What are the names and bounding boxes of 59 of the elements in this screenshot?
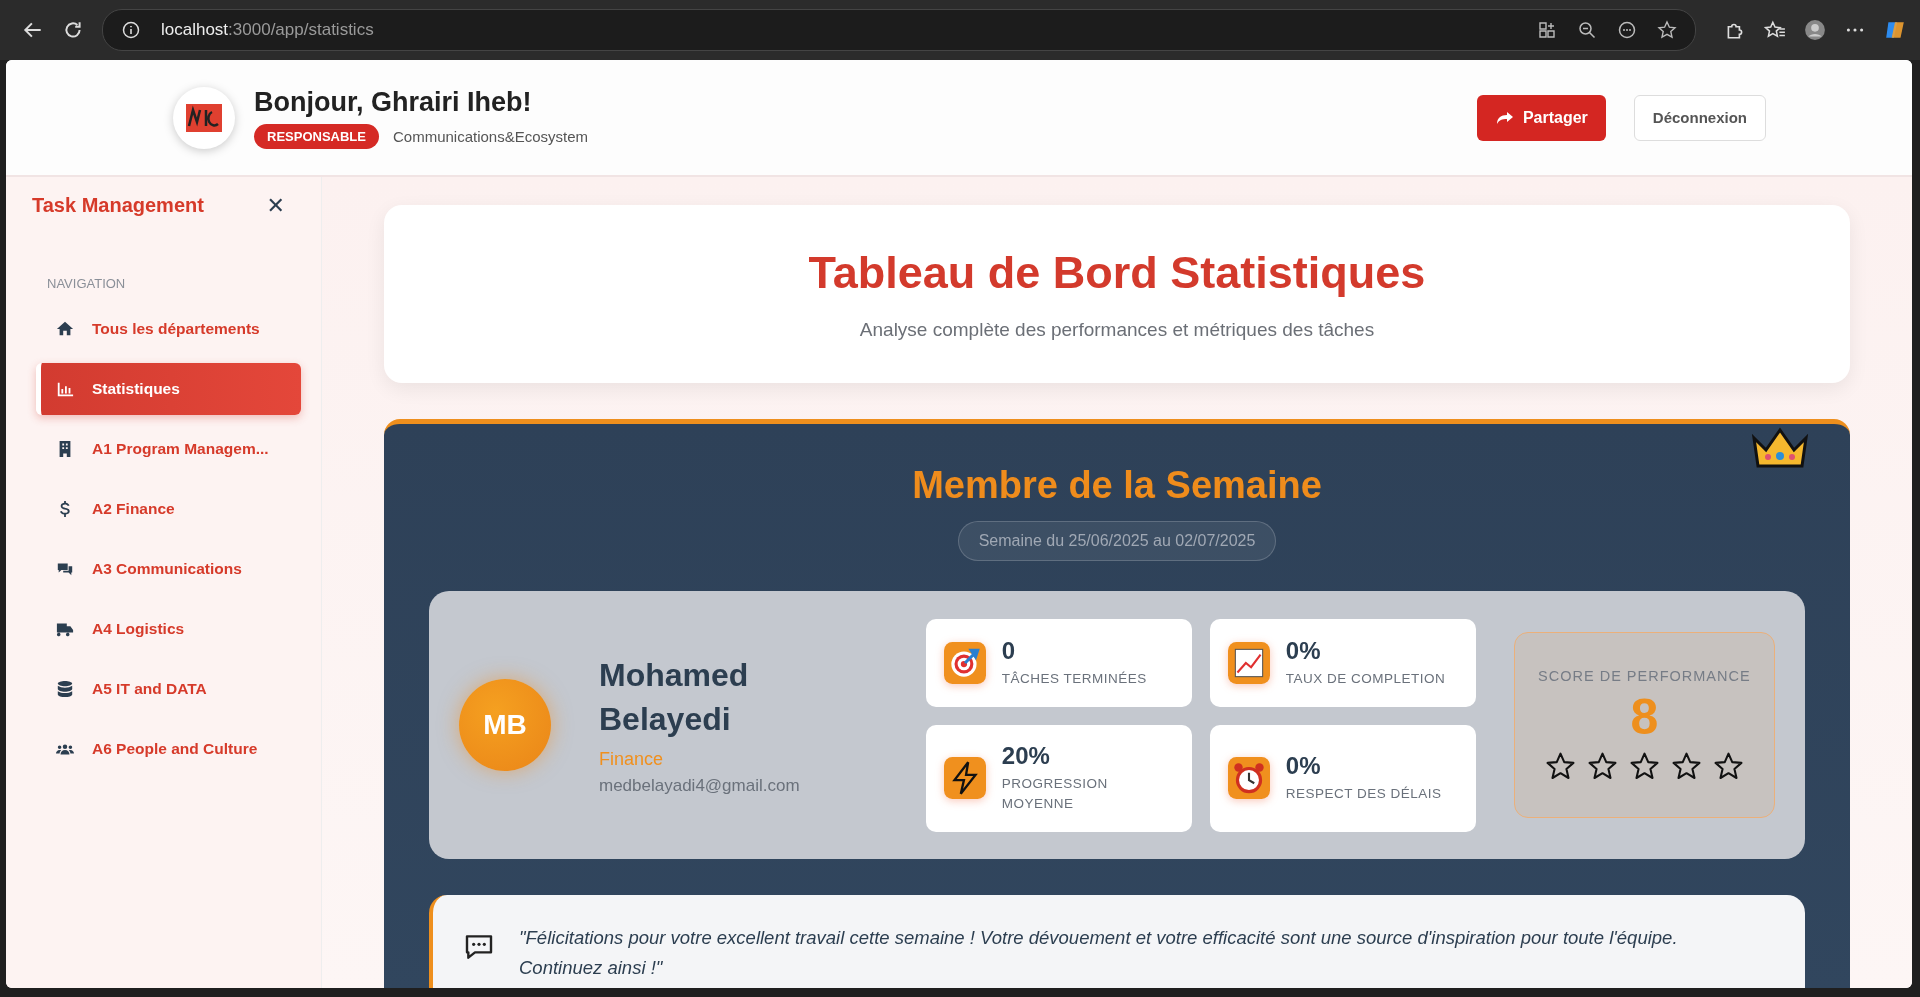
- home-icon: [56, 320, 74, 338]
- crown-icon: [1750, 425, 1810, 471]
- alarm-clock-icon: [1227, 757, 1270, 799]
- star-icon: [1670, 751, 1702, 782]
- nav-item[interactable]: A4 Logistics: [32, 603, 301, 655]
- stat-value: 0%: [1285, 636, 1322, 665]
- address-bar[interactable]: localhost:3000/app/statistics: [102, 9, 1696, 51]
- star-icon[interactable]: [1657, 20, 1677, 40]
- period-pill: Semaine du 25/06/2025 au 02/07/2025: [957, 521, 1277, 561]
- star-icon: [1586, 751, 1618, 782]
- page-title: Tableau de Bord Statistiques: [808, 247, 1426, 299]
- lightning-icon: [943, 757, 986, 799]
- member-email: medbelayadi4@gmail.com: [599, 775, 801, 796]
- nav-item[interactable]: A5 IT and DATA: [32, 663, 301, 715]
- score-value: 8: [1630, 690, 1659, 745]
- score-label: SCORE DE PERFORMANCE: [1538, 668, 1751, 684]
- stat-value: 20%: [1001, 742, 1051, 771]
- grid-icon[interactable]: [1537, 20, 1557, 40]
- nav-item[interactable]: A2 Finance: [32, 483, 301, 535]
- panel-title: Membre de la Semaine: [912, 464, 1322, 507]
- logout-button[interactable]: Déconnexion: [1633, 94, 1766, 141]
- stat-label: TÂCHES TERMINÉES: [1001, 669, 1147, 688]
- quote-text: "Félicitations pour votre excellent travail cette semaine ! Votre dévouement et votre efficacité sont une source d'inspiration pour toute l'équipe. Continuez ainsi !": [519, 926, 1679, 980]
- stat-label: RESPECT DES DÉLAIS: [1285, 785, 1442, 804]
- nav-item[interactable]: A1 Program Managem...: [32, 423, 301, 475]
- avatar-initials: MB: [459, 679, 551, 771]
- stat-value: 0%: [1285, 752, 1322, 781]
- member-department: Finance: [599, 748, 665, 770]
- nav-item[interactable]: Statistiques: [36, 363, 301, 415]
- target-icon: [943, 641, 986, 684]
- favorites-icon[interactable]: [1764, 19, 1786, 41]
- url-text: localhost:3000/app/statistics: [161, 20, 374, 40]
- stat-label: PROGRESSION MOYENNE: [1001, 775, 1109, 813]
- star-icon: [1544, 751, 1576, 782]
- database-icon: [56, 680, 74, 698]
- close-button[interactable]: ✕: [266, 193, 285, 218]
- role-badge: RESPONSABLE: [254, 123, 379, 149]
- reload-icon[interactable]: [62, 19, 84, 41]
- member-name: Mohamed Belayedi: [599, 656, 750, 739]
- nav-item[interactable]: A6 People and Culture: [32, 723, 301, 775]
- zoom-icon[interactable]: [1577, 20, 1597, 40]
- copilot-icon[interactable]: [1884, 19, 1906, 41]
- info-icon[interactable]: [121, 20, 141, 40]
- stat-label: TAUX DE COMPLETION: [1285, 669, 1446, 688]
- nav-item[interactable]: A3 Communications: [32, 543, 301, 595]
- profile-icon[interactable]: [1804, 19, 1826, 41]
- department-label: Communications&Ecosystem: [392, 127, 589, 145]
- star-icon: [1628, 751, 1660, 782]
- sidebar-title: Task Management: [32, 194, 204, 217]
- share-button[interactable]: Partager: [1476, 94, 1606, 141]
- chart-icon: [1227, 641, 1270, 684]
- section-label: NAVIGATION: [47, 276, 127, 291]
- bar-chart-icon: [56, 380, 74, 398]
- page-subtitle: Analyse complète des performances et métriques des tâches: [859, 319, 1375, 341]
- star-icon: [1712, 751, 1744, 782]
- stat-value: 0: [1001, 636, 1017, 665]
- greeting-title: Bonjour, Ghrairi Iheb!: [254, 86, 533, 118]
- more-circle-icon[interactable]: [1617, 20, 1637, 40]
- nav-item[interactable]: Tous les départements: [32, 303, 301, 355]
